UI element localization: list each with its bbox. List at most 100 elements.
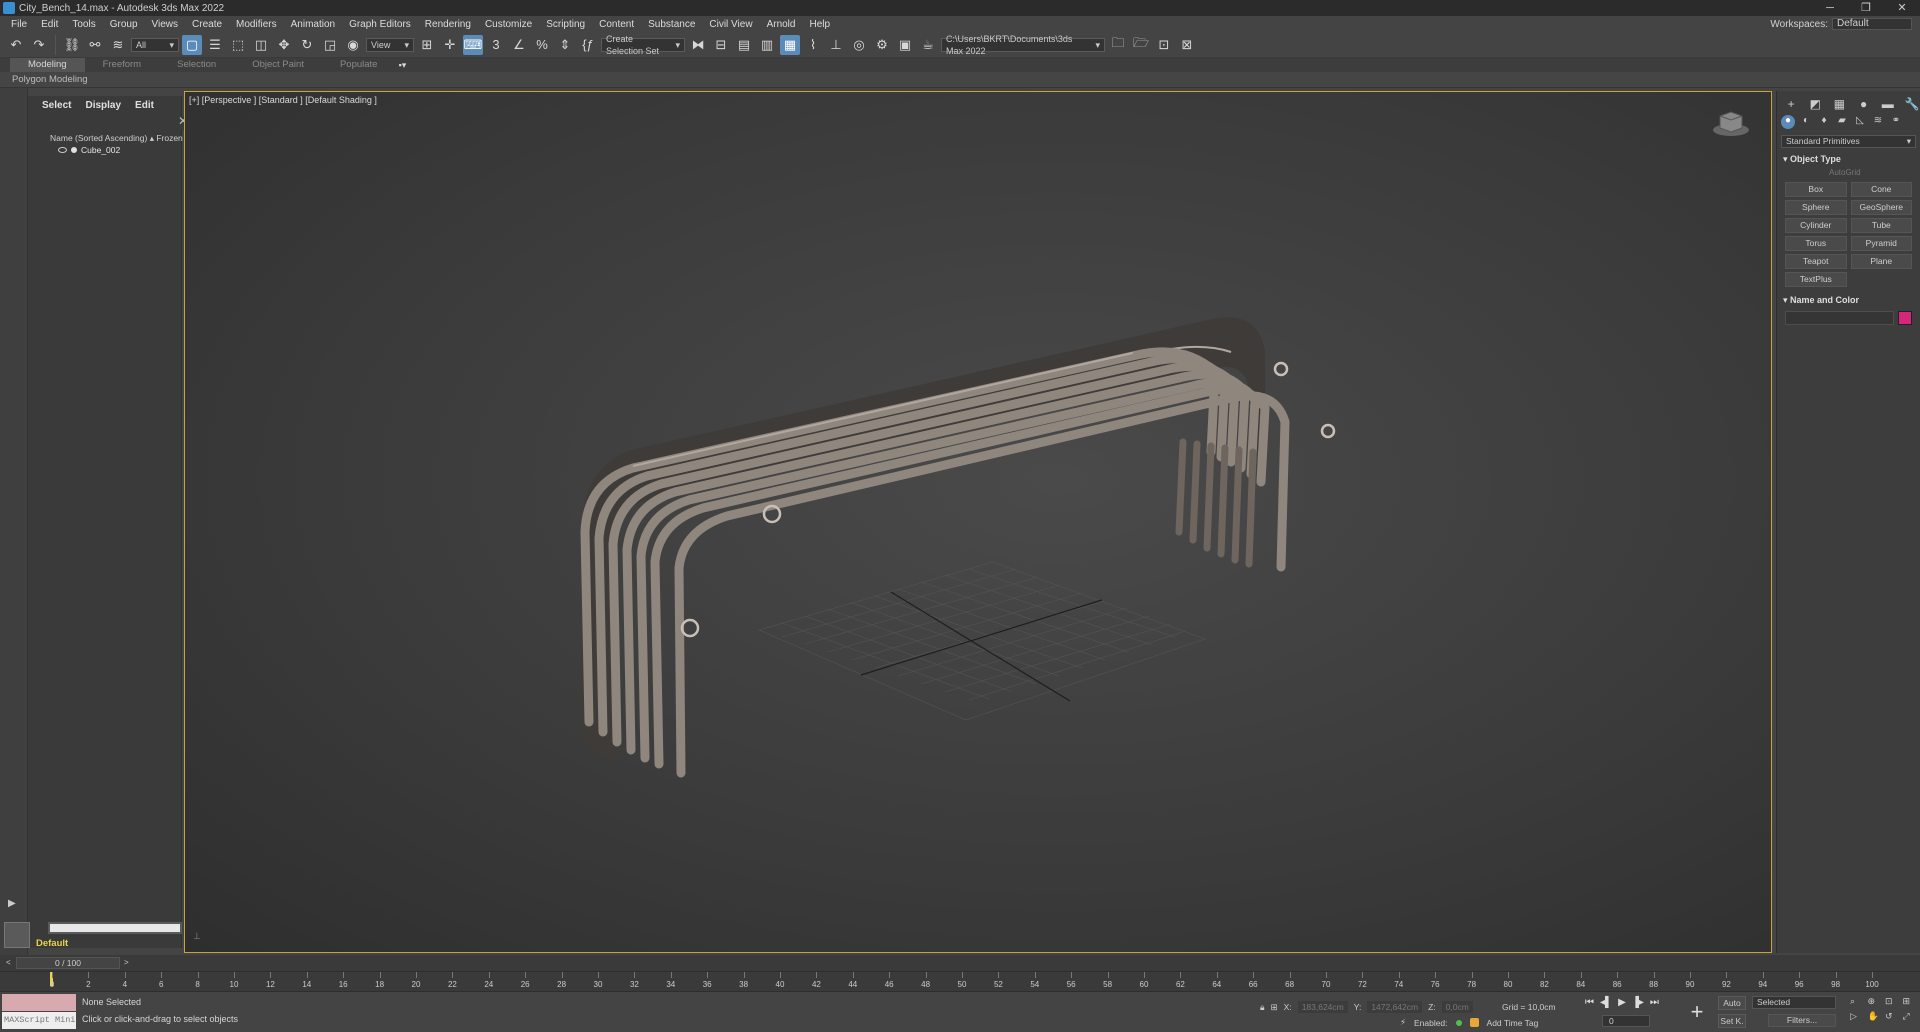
time-tag-icon[interactable]	[1469, 1018, 1479, 1027]
curve-editor-icon[interactable]: ⌇	[803, 35, 823, 55]
render-production-icon[interactable]: ☕	[918, 35, 938, 55]
display-tab-icon[interactable]: ▬	[1880, 97, 1896, 111]
perspective-viewport[interactable]: [+] [Perspective ] [Standard ] [Default …	[184, 91, 1772, 953]
menu-content[interactable]: Content	[592, 19, 641, 30]
expand-arrow-icon[interactable]: ▶	[8, 898, 16, 909]
adaptive-degradation-icon[interactable]: ⚡	[1400, 1017, 1406, 1028]
auto-key-button[interactable]: Auto	[1718, 996, 1746, 1010]
torus-button[interactable]: Torus	[1785, 236, 1847, 251]
space-warps-icon[interactable]: ≋	[1871, 115, 1885, 129]
go-to-end-icon[interactable]: ⏭	[1650, 997, 1659, 1008]
select-by-name-icon[interactable]: ☰	[205, 35, 225, 55]
teapot-button[interactable]: Teapot	[1785, 254, 1847, 269]
enabled-status-icon[interactable]	[1455, 1019, 1462, 1026]
select-manipulate-icon[interactable]: ✛	[440, 35, 460, 55]
menu-views[interactable]: Views	[145, 19, 186, 30]
maxscript-listener[interactable]	[2, 994, 76, 1011]
project-folder-dropdown[interactable]: C:\Users\BKRT\Documents\3ds Max 2022 ▾	[941, 34, 1105, 56]
layer-swatch[interactable]	[4, 922, 30, 948]
go-to-start-icon[interactable]: ⏮	[1585, 997, 1594, 1008]
polygon-modeling-panel[interactable]: Polygon Modeling	[12, 74, 88, 85]
tab-populate[interactable]: Populate	[322, 58, 396, 72]
hierarchy-tab-icon[interactable]: ▦	[1831, 97, 1847, 111]
menu-civil-view[interactable]: Civil View	[702, 19, 759, 30]
ref-coord-dropdown[interactable]: View ▾	[366, 37, 414, 52]
redo-icon[interactable]: ↷	[29, 35, 49, 55]
bind-space-warp-icon[interactable]: ≋	[108, 35, 128, 55]
x-coordinate-field[interactable]: 183,624cm	[1297, 1001, 1348, 1013]
menu-substance[interactable]: Substance	[641, 19, 702, 30]
rotate-icon[interactable]: ↻	[297, 35, 317, 55]
tab-selection[interactable]: Selection	[159, 58, 234, 72]
object-name-field[interactable]	[1785, 311, 1894, 325]
menu-tools[interactable]: Tools	[65, 19, 102, 30]
next-frame-icon[interactable]: >	[124, 958, 129, 967]
pyramid-button[interactable]: Pyramid	[1850, 236, 1912, 251]
align-icon[interactable]: ⊟	[711, 35, 731, 55]
time-slider[interactable]: < 0 / 100 >	[0, 955, 1920, 971]
cone-button[interactable]: Cone	[1850, 182, 1912, 197]
open-folder-icon[interactable]: 🗁	[1131, 35, 1151, 55]
modify-tab-icon[interactable]: ◩	[1807, 97, 1823, 111]
menu-group[interactable]: Group	[103, 19, 145, 30]
lights-icon[interactable]: ♦	[1817, 115, 1831, 129]
scale-icon[interactable]: ◲	[320, 35, 340, 55]
undo-icon[interactable]: ↶	[6, 35, 26, 55]
mirror-icon[interactable]: ⧓	[688, 35, 708, 55]
field-of-view-icon[interactable]: ▷	[1850, 1011, 1864, 1022]
named-selection-dropdown[interactable]: Create Selection Set ▾	[601, 34, 685, 56]
angle-snap-icon[interactable]: ∠	[509, 35, 529, 55]
explorer-tab-select[interactable]: Select	[42, 100, 71, 116]
folder-setup-icon[interactable]: ⊡	[1154, 35, 1174, 55]
link-icon[interactable]: ⛓	[62, 35, 82, 55]
menu-create[interactable]: Create	[185, 19, 229, 30]
primitive-category-dropdown[interactable]: Standard Primitives ▾	[1781, 135, 1916, 148]
y-coordinate-field[interactable]: 1472,642cm	[1367, 1001, 1423, 1013]
name-and-color-title[interactable]: ▾ Name and Color	[1781, 293, 1916, 307]
explorer-tab-display[interactable]: Display	[85, 100, 121, 116]
maxscript-mini-field[interactable]: MAXScript Mini	[2, 1012, 76, 1029]
lock-icon[interactable]: 🔒︎	[1260, 1002, 1265, 1013]
visibility-eye-icon[interactable]	[58, 147, 67, 153]
helpers-icon[interactable]: ◺	[1853, 115, 1867, 129]
rect-selection-icon[interactable]: ⬚	[228, 35, 248, 55]
selection-filter-dropdown[interactable]: All ▾	[131, 37, 179, 52]
toggle-ribbon-icon[interactable]: ▦	[780, 34, 800, 55]
project-folder-icon[interactable]: 🗀	[1108, 35, 1128, 55]
current-layer-name[interactable]: Default	[36, 938, 68, 949]
menu-scripting[interactable]: Scripting	[539, 19, 592, 30]
autogrid-checkbox[interactable]: AutoGrid	[1781, 166, 1916, 180]
tab-modeling[interactable]: Modeling	[10, 58, 85, 72]
zoom-extents-all-icon[interactable]: ⊞	[1903, 996, 1917, 1007]
z-coordinate-field[interactable]: 0,0cm	[1441, 1001, 1473, 1013]
play-icon[interactable]: ▶	[1618, 997, 1626, 1008]
workspace-dropdown[interactable]: Default	[1832, 18, 1912, 30]
tab-object-paint[interactable]: Object Paint	[234, 58, 322, 72]
geometry-icon[interactable]: ●	[1781, 115, 1795, 129]
window-crossing-icon[interactable]: ◫	[251, 35, 271, 55]
box-button[interactable]: Box	[1785, 182, 1847, 197]
toggle-scene-explorer-icon[interactable]: ▤	[734, 35, 754, 55]
keyboard-shortcut-toggle-icon[interactable]: ⌨	[463, 34, 483, 55]
set-key-button[interactable]: Set K.	[1718, 1014, 1746, 1028]
explorer-row-object[interactable]: Cube_002	[58, 145, 120, 155]
sphere-button[interactable]: Sphere	[1785, 200, 1847, 215]
material-editor-icon[interactable]: ◎	[849, 35, 869, 55]
key-filters-button[interactable]: Filters...	[1768, 1014, 1836, 1027]
pivot-center-icon[interactable]: ⊞	[417, 35, 437, 55]
menu-animation[interactable]: Animation	[284, 19, 342, 30]
spinner-snap-icon[interactable]: ⇕	[555, 35, 575, 55]
explorer-search-field[interactable]	[48, 116, 192, 130]
current-frame-field[interactable]: 0	[1602, 1015, 1650, 1027]
previous-frame-icon[interactable]: <	[6, 958, 11, 967]
set-key-plus-icon[interactable]: +	[1684, 999, 1710, 1025]
rendered-frame-window-icon[interactable]: ▣	[895, 35, 915, 55]
zoom-all-icon[interactable]: ⊕	[1868, 996, 1882, 1007]
textplus-button[interactable]: TextPlus	[1785, 272, 1847, 287]
menu-customize[interactable]: Customize	[478, 19, 539, 30]
absolute-mode-icon[interactable]: ⊞	[1271, 1002, 1278, 1013]
toggle-layer-explorer-icon[interactable]: ▥	[757, 35, 777, 55]
render-setup-icon[interactable]: ⚙	[872, 35, 892, 55]
percent-snap-icon[interactable]: %	[532, 35, 552, 55]
move-icon[interactable]: ✥	[274, 35, 294, 55]
